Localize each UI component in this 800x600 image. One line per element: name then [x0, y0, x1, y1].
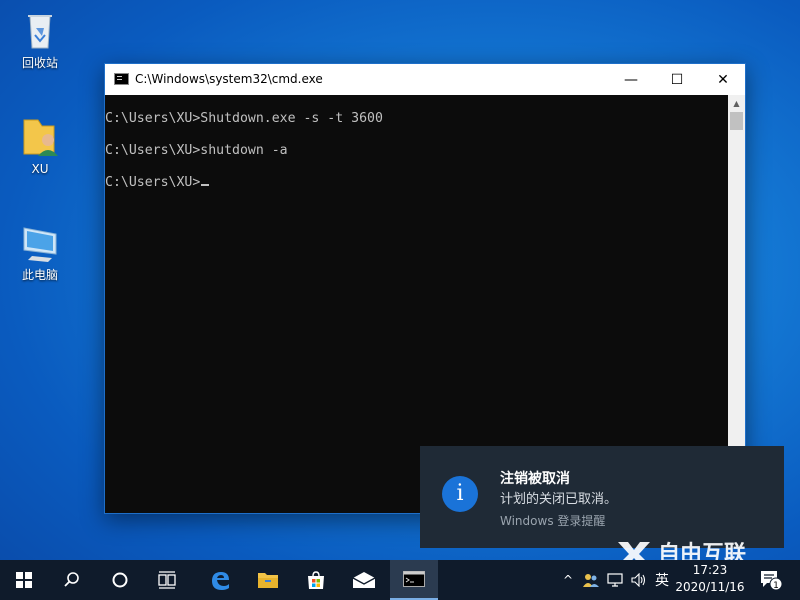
users-icon [583, 574, 599, 587]
minimize-button[interactable]: — [608, 64, 654, 95]
task-view-button[interactable] [144, 560, 192, 600]
action-center-button[interactable]: 1 [756, 560, 786, 600]
console-prompt-line: C:\Users\XU> [105, 175, 728, 207]
scroll-up-arrow-icon[interactable]: ▲ [728, 95, 745, 112]
edge-icon [212, 572, 229, 590]
text-cursor [201, 184, 210, 186]
this-pc-label: 此电脑 [21, 268, 58, 282]
desktop-icon-this-pc[interactable]: 此电脑 [8, 220, 72, 282]
store-button[interactable] [292, 560, 340, 600]
mail-icon [352, 572, 376, 588]
mail-button[interactable] [340, 560, 388, 600]
edge-button[interactable] [196, 560, 244, 600]
network-icon [607, 573, 623, 587]
cortana-icon [112, 572, 128, 588]
scroll-thumb[interactable] [730, 112, 743, 130]
recycle-bin-icon [18, 8, 62, 52]
maximize-button[interactable]: ☐ [654, 64, 700, 95]
clock-date: 2020/11/16 [675, 580, 745, 594]
minimize-icon: — [624, 71, 638, 88]
tray-users-button[interactable] [580, 560, 602, 600]
store-icon [308, 571, 324, 589]
maximize-icon: ☐ [670, 71, 684, 88]
toast-notification[interactable]: i 注销被取消 计划的关闭已取消。 Windows 登录提醒 [420, 446, 784, 548]
toast-source: Windows 登录提醒 [500, 514, 606, 528]
ime-indicator[interactable]: 英 [651, 560, 673, 600]
file-explorer-button[interactable] [244, 560, 292, 600]
tray-volume-button[interactable] [628, 560, 650, 600]
file-explorer-icon [258, 573, 278, 588]
cortana-button[interactable] [96, 560, 144, 600]
close-icon: ✕ [717, 71, 729, 88]
desktop-icon-recycle-bin[interactable]: 回收站 [8, 8, 72, 70]
search-button[interactable] [48, 560, 96, 600]
taskbar: ^ 英 17:23 2020/11/16 1 [0, 560, 800, 600]
user-folder-label: XU [31, 162, 49, 176]
cmd-icon [403, 571, 425, 587]
computer-icon [18, 220, 62, 264]
task-view-icon [158, 571, 176, 589]
console-line: C:\Users\XU>Shutdown.exe -s -t 3600 [105, 111, 383, 126]
start-icon [16, 572, 32, 588]
cmd-taskbar-button[interactable] [390, 560, 438, 600]
recycle-bin-label: 回收站 [21, 56, 58, 70]
ime-label: 英 [655, 573, 669, 589]
info-icon: i [442, 476, 478, 512]
window-titlebar[interactable]: C:\Windows\system32\cmd.exe — ☐ ✕ [105, 64, 745, 95]
start-button[interactable] [0, 560, 48, 600]
close-button[interactable]: ✕ [700, 64, 746, 95]
user-folder-icon [18, 114, 62, 158]
desktop-icon-user-folder[interactable]: XU [8, 114, 72, 176]
notification-count: 1 [773, 581, 779, 591]
tray-network-button[interactable] [604, 560, 626, 600]
tray-overflow-button[interactable]: ^ [558, 560, 578, 600]
chevron-up-icon: ^ [562, 573, 574, 587]
window-title: C:\Windows\system32\cmd.exe [135, 72, 323, 86]
action-center-icon: 1 [761, 571, 783, 591]
search-icon [64, 572, 79, 587]
volume-icon [631, 573, 646, 587]
console-line: C:\Users\XU>shutdown -a [105, 143, 288, 158]
system-clock[interactable]: 17:23 2020/11/16 [672, 562, 748, 596]
toast-title: 注销被取消 [500, 471, 570, 487]
toast-body: 计划的关闭已取消。 [500, 492, 618, 507]
clock-time: 17:23 [692, 563, 728, 577]
console-prompt: C:\Users\XU> [105, 175, 201, 190]
cmd-app-icon[interactable] [114, 73, 129, 85]
